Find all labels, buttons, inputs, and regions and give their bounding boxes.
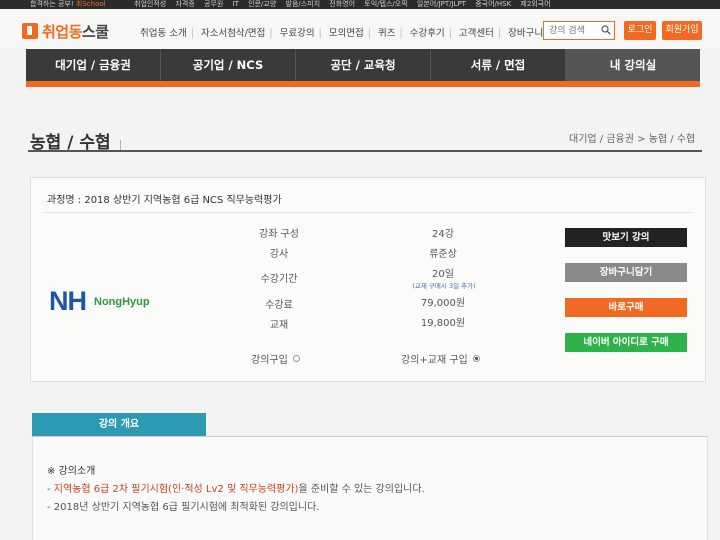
- nh-logo: NH NongHyup: [49, 286, 150, 316]
- info-value: 24강: [432, 229, 454, 240]
- site-header: 취업동스쿨 취업동 소개 | 자소서첨삭/면접 | 무료강의 | 모의면접 | 퀴즈 | …: [0, 9, 720, 49]
- top-link[interactable]: 중국어/HSK: [475, 0, 511, 8]
- radio-bundle[interactable]: [472, 355, 480, 362]
- buy-now-button[interactable]: 바로구매: [565, 298, 687, 317]
- nav-accent-bar: [26, 81, 700, 87]
- info-label: 수강료: [265, 300, 293, 311]
- search-input[interactable]: [544, 22, 600, 39]
- overview-line: - 2018년 상반기 지역농협 6급 필기시험에 최적화된 강의입니다.: [47, 502, 320, 513]
- join-button[interactable]: 회원가입: [662, 21, 702, 40]
- title-divider: [28, 150, 702, 152]
- top-link[interactable]: 자격증: [175, 0, 194, 8]
- info-value: 19,800원: [420, 318, 466, 329]
- overview-content: ※ 강의소개 - 지역농협 6급 2차 필기시험(인·적성 Lv2 및 직무능력…: [32, 437, 708, 540]
- gnb-item-support[interactable]: 고객센터: [459, 28, 494, 39]
- gnb-item-free-lecture[interactable]: 무료강의: [280, 28, 315, 39]
- radio-lecture[interactable]: [292, 355, 300, 362]
- naver-buy-button[interactable]: 네이버 아이디로 구매: [565, 333, 687, 352]
- info-label: 강사: [269, 249, 289, 260]
- top-link[interactable]: 일본어/JPT/JLPT: [417, 0, 466, 8]
- tab-my-classroom[interactable]: 내 강의실: [566, 49, 700, 81]
- tab-public-ncs[interactable]: 공기업 / NCS: [161, 49, 296, 81]
- top-link[interactable]: 제2외국어: [520, 0, 550, 8]
- info-value: 20일: [432, 269, 454, 280]
- search-box: [543, 21, 615, 40]
- tab-large-company[interactable]: 대기업 / 금융권: [26, 49, 161, 81]
- top-link[interactable]: 취업인적성: [134, 0, 166, 8]
- gnb-item-quiz[interactable]: 퀴즈: [378, 28, 395, 39]
- top-link[interactable]: 토익/텝스/오픽: [364, 0, 407, 8]
- course-info-box: 과정명 : 2018 상반기 지역농협 6급 NCS 직무능력평가 NH Non…: [30, 177, 706, 382]
- info-value: 류준상: [429, 249, 457, 260]
- gnb-item-resume[interactable]: 자소서첨삭/면접: [201, 28, 265, 39]
- top-link[interactable]: 공무원: [204, 0, 223, 8]
- gnb-item-cart[interactable]: 장바구니: [508, 28, 543, 39]
- tab-overview[interactable]: 강의 개요: [32, 413, 206, 437]
- course-name: 과정명 : 2018 상반기 지역농협 6급 NCS 직무능력평가: [47, 195, 282, 206]
- top-link[interactable]: 전화영어: [329, 0, 355, 8]
- overview-title: ※ 강의소개: [47, 466, 96, 477]
- option-bundle[interactable]: 강의+교재 구입: [401, 351, 480, 366]
- top-link[interactable]: 인문/교양: [248, 0, 276, 8]
- tab-resume-interview[interactable]: 서류 / 면접: [431, 49, 566, 81]
- book-icon: [22, 23, 38, 39]
- search-icon[interactable]: [601, 25, 611, 35]
- preview-button[interactable]: 맛보기 강의: [565, 228, 687, 247]
- top-strip: 합격하는 공부! 취School 취업인적성 자격증 공무원 IT 인문/교양 …: [0, 0, 720, 9]
- gnb-item-about[interactable]: 취업동 소개: [140, 28, 187, 39]
- add-to-cart-button[interactable]: 장바구니담기: [565, 263, 687, 282]
- promo-text: 합격하는 공부! 취School: [30, 0, 106, 8]
- option-lecture[interactable]: 강의구입: [251, 351, 300, 366]
- gnb-item-mock-interview[interactable]: 모의면접: [329, 28, 364, 39]
- breadcrumb: 대기업 / 금융권 > 농협 / 수협: [569, 134, 696, 145]
- global-nav: 취업동 소개 | 자소서첨삭/면접 | 무료강의 | 모의면접 | 퀴즈 | 수강후기 | …: [140, 28, 544, 39]
- gnb-item-reviews[interactable]: 수강후기: [410, 28, 445, 39]
- tab-public-corp[interactable]: 공단 / 교육청: [296, 49, 431, 81]
- info-label: 수강기간: [260, 274, 298, 285]
- top-link[interactable]: 발음/스피치: [286, 0, 321, 8]
- login-button[interactable]: 로그인: [624, 21, 656, 40]
- info-label: 강좌 구성: [259, 229, 299, 240]
- main-nav: 대기업 / 금융권 공기업 / NCS 공단 / 교육청 서류 / 면접 내 강…: [26, 49, 700, 81]
- course-divider: [43, 212, 693, 213]
- top-links: 취업인적성 자격증 공무원 IT 인문/교양 발음/스피치 전화영어 토익/텝스…: [134, 0, 558, 9]
- site-logo[interactable]: 취업동스쿨: [22, 21, 109, 41]
- top-link[interactable]: IT: [233, 0, 239, 8]
- overview-line: - 지역농협 6급 2차 필기시험(인·적성 Lv2 및 직무능력평가)을 준비…: [47, 484, 425, 495]
- period-note: (교재 구매시 3일 추가): [412, 282, 476, 290]
- info-value: 79,000원: [420, 298, 466, 309]
- info-label: 교재: [269, 320, 289, 331]
